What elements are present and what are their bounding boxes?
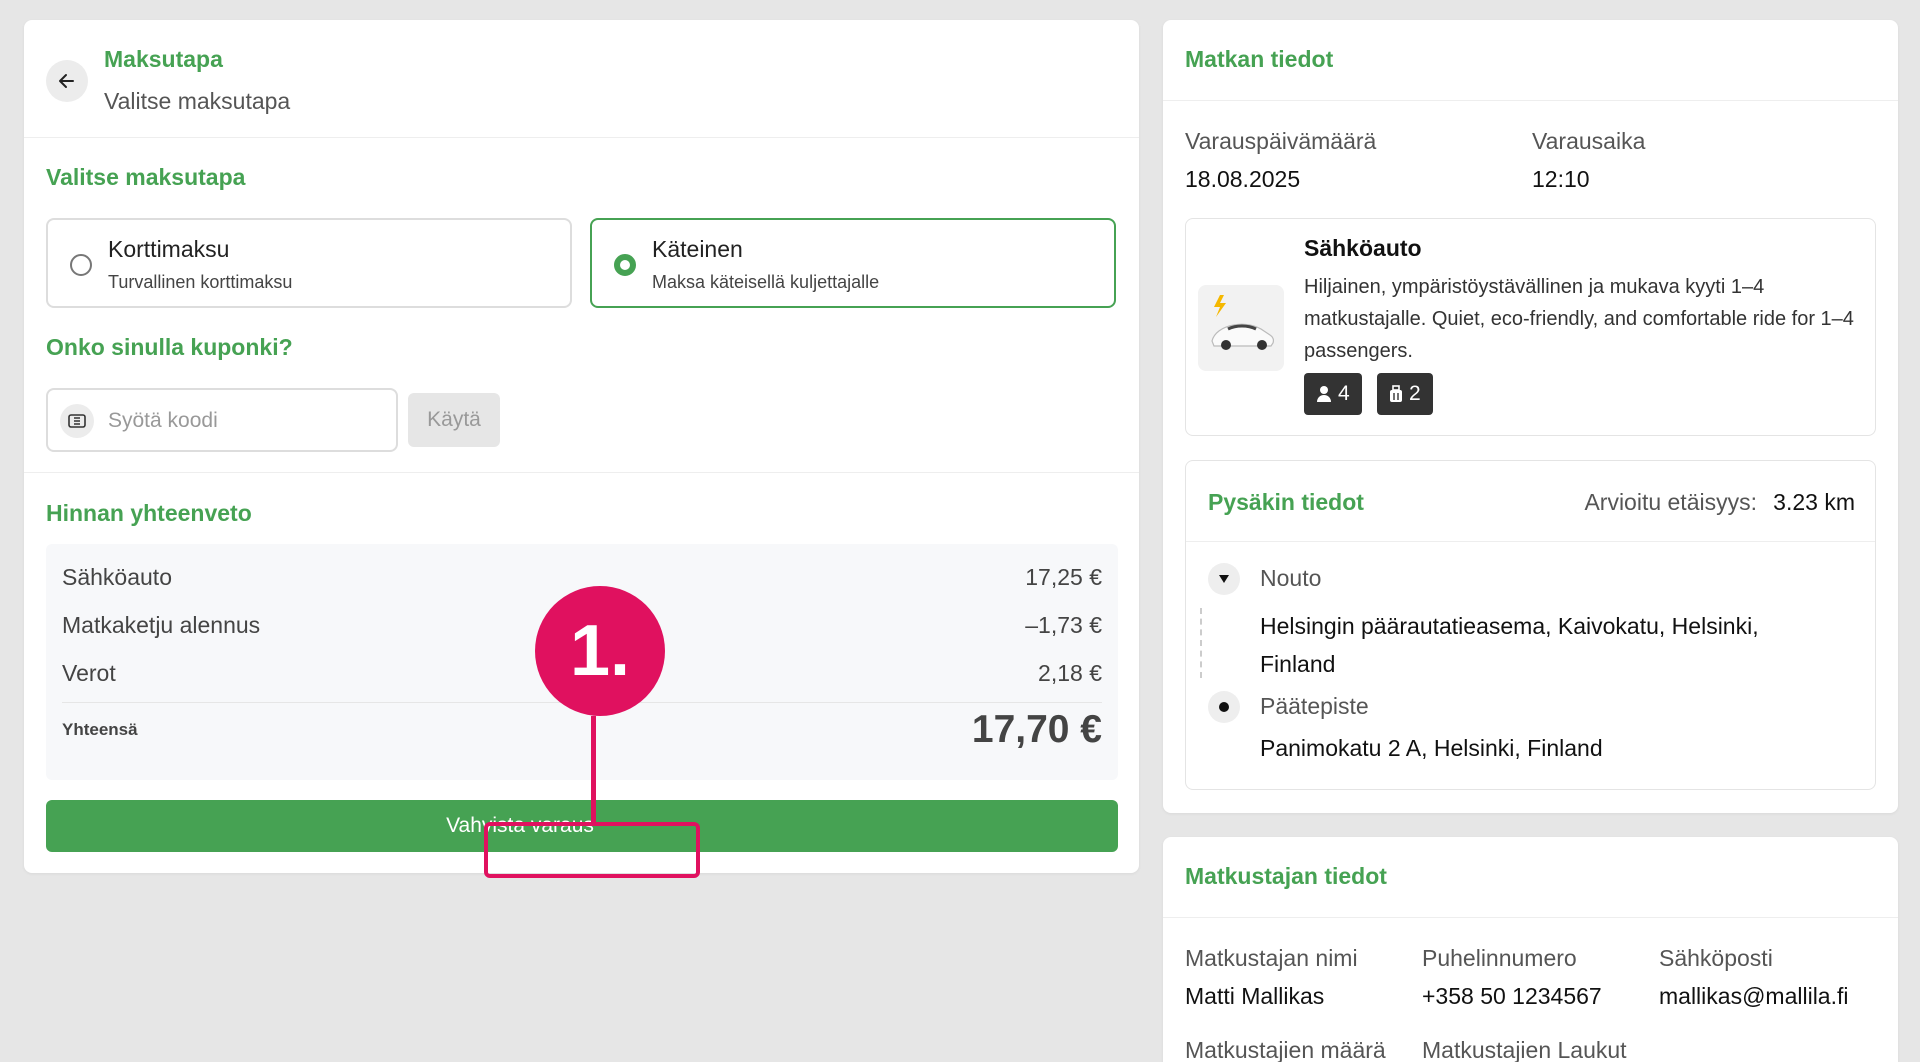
dropoff-label: Päätepiste <box>1260 693 1369 719</box>
date-value: 18.08.2025 <box>1185 166 1301 192</box>
price-summary-heading: Hinnan yhteenveto <box>46 500 252 526</box>
date-label: Varauspäivämäärä <box>1185 128 1377 154</box>
ticket-icon <box>60 404 94 438</box>
total-value: 17,70 € <box>971 708 1102 751</box>
summary-label: Sähköauto <box>62 564 172 590</box>
email-value: mallikas@mallila.fi <box>1659 983 1849 1009</box>
summary-value: –1,73 € <box>1025 612 1102 638</box>
annotation-marker: 1. <box>535 586 665 716</box>
coupon-input[interactable] <box>108 404 378 438</box>
time-label: Varausaika <box>1532 128 1646 154</box>
radio-cash[interactable] <box>614 254 636 276</box>
traveler-count-label: Matkustajien määrä <box>1185 1037 1386 1062</box>
payment-option-desc: Turvallinen korttimaksu <box>108 272 293 292</box>
trip-details-card: Matkan tiedot Varauspäivämäärä 18.08.202… <box>1163 20 1898 813</box>
luggage-badge: 2 <box>1377 373 1433 415</box>
pickup-icon <box>1208 563 1240 595</box>
person-icon <box>1317 386 1331 402</box>
annotation-line <box>591 716 596 824</box>
radio-card[interactable] <box>70 254 92 276</box>
section-divider <box>1163 100 1898 101</box>
luggage-count: 2 <box>1409 382 1421 405</box>
apply-coupon-button[interactable]: Käytä <box>408 393 500 447</box>
vehicle-name: Sähköauto <box>1304 235 1422 261</box>
summary-value: 17,25 € <box>1025 564 1102 590</box>
phone-label: Puhelinnumero <box>1422 945 1577 971</box>
summary-label: Matkaketju alennus <box>62 612 261 638</box>
car-image <box>1198 285 1284 371</box>
phone-value: +358 50 1234567 <box>1422 983 1602 1009</box>
page-title: Maksutapa <box>104 46 223 72</box>
vehicle-card: Sähköauto Hiljainen, ympäristöystävällin… <box>1185 218 1876 436</box>
traveler-name-label: Matkustajan nimi <box>1185 945 1358 971</box>
distance-value: 3.23 km <box>1773 489 1855 515</box>
payment-header: Maksutapa Valitse maksutapa <box>24 20 1139 138</box>
traveler-bags-label: Matkustajien Laukut <box>1422 1037 1627 1062</box>
section-divider <box>1186 541 1875 542</box>
summary-value: 2,18 € <box>1038 660 1102 686</box>
distance-label: Arvioitu etäisyys: <box>1584 489 1757 515</box>
coupon-heading: Onko sinulla kuponki? <box>46 334 293 360</box>
luggage-icon <box>1390 385 1402 402</box>
trip-title: Matkan tiedot <box>1185 46 1334 72</box>
traveler-card: Matkustajan tiedot Matkustajan nimi Matt… <box>1163 837 1898 1062</box>
email-label: Sähköposti <box>1659 945 1773 971</box>
dropoff-address: Panimokatu 2 A, Helsinki, Finland <box>1260 735 1603 761</box>
traveler-title: Matkustajan tiedot <box>1185 863 1387 889</box>
pickup-label: Nouto <box>1260 565 1322 591</box>
arrow-left-icon <box>59 74 74 88</box>
payment-option-label: Korttimaksu <box>108 236 230 262</box>
stop-details: Pysäkin tiedot Arvioitu etäisyys: 3.23 k… <box>1185 460 1876 790</box>
pickup-address: Helsingin päärautatieasema, Kaivokatu, H… <box>1260 613 1759 677</box>
section-divider <box>24 472 1139 473</box>
payment-option-label: Käteinen <box>652 236 743 262</box>
traveler-name-value: Matti Mallikas <box>1185 983 1325 1009</box>
vehicle-description: Hiljainen, ympäristöystävällinen ja muka… <box>1304 276 1854 362</box>
annotation-highlight <box>484 822 700 878</box>
time-value: 12:10 <box>1532 166 1590 192</box>
summary-label: Verot <box>62 660 116 686</box>
passenger-badge: 4 <box>1304 373 1362 415</box>
payment-card: Maksutapa Valitse maksutapa Valitse maks… <box>24 20 1139 878</box>
dropoff-icon <box>1208 691 1240 723</box>
total-label: Yhteensä <box>62 720 138 739</box>
passenger-count: 4 <box>1338 382 1350 405</box>
stops-title: Pysäkin tiedot <box>1208 489 1364 515</box>
back-button[interactable] <box>46 60 88 102</box>
payment-option-desc: Maksa käteisellä kuljettajalle <box>652 272 880 292</box>
coupon-field <box>46 388 398 452</box>
section-divider <box>1163 917 1898 918</box>
page-subtitle: Valitse maksutapa <box>104 88 291 114</box>
payment-method-heading: Valitse maksutapa <box>46 164 246 190</box>
payment-option-cash[interactable]: Käteinen Maksa käteisellä kuljettajalle <box>590 218 1116 308</box>
route-line <box>1200 608 1202 678</box>
payment-option-card[interactable]: Korttimaksu Turvallinen korttimaksu <box>46 218 572 308</box>
